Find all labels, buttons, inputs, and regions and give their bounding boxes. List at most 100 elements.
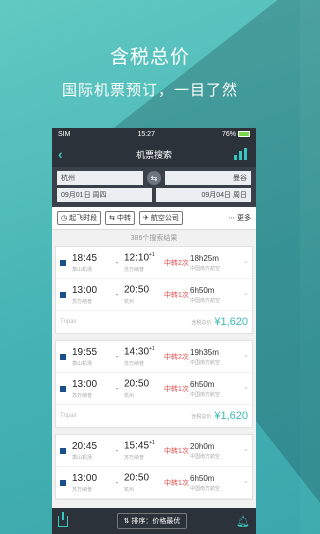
departure-airport: 苏万纳普 [72, 298, 93, 305]
departure-airport: 苏万纳普 [72, 392, 93, 399]
from-city-field[interactable]: 杭州 [57, 171, 143, 185]
arrival-time-wrap: 20:50 [124, 284, 164, 296]
arrival-airport: 苏万纳普 [124, 360, 145, 367]
bar-chart-icon[interactable] [233, 148, 250, 160]
flight-row[interactable]: 19:55 萧山机场 - 14:30+1 苏万纳普 中转2次 19h35m 中国… [56, 341, 252, 373]
sort-icon: ⇅ [123, 518, 130, 525]
departure-time: 18:45 [72, 252, 98, 264]
total-price: ¥1,620 [214, 316, 248, 328]
price-bar: Tripair 含税总价 ¥1,620 [56, 311, 252, 333]
flight-row[interactable]: 18:45 萧山机场 - 12:10+1 苏万纳普 中转2次 18h25m 中国… [56, 247, 252, 279]
arrival-time: 20:50 [124, 472, 150, 484]
chevron-left-icon[interactable]: ‹ [58, 146, 74, 162]
stops: 中转1次 [164, 479, 189, 487]
filter-time-label: 起飞时段 [69, 215, 98, 222]
price-label: 含税总价 [191, 413, 212, 420]
departure-time: 13:00 [72, 378, 98, 390]
swap-icon[interactable]: ⇆ [147, 171, 161, 185]
status-bar: SIM 15:27 76% [52, 128, 256, 141]
flight-card[interactable]: 18:45 萧山机场 - 12:10+1 苏万纳普 中转2次 18h25m 中国… [55, 246, 253, 334]
more-filters-button[interactable]: ⋯ 更多 [228, 213, 251, 223]
chevron-down-icon[interactable]: ⌄ [243, 445, 249, 453]
arrival-time: 15:45 [124, 440, 150, 452]
chevron-down-icon[interactable]: ⌄ [243, 257, 249, 265]
sort-label: 排序：价格最优 [131, 518, 181, 525]
source-label: Tripair [60, 319, 77, 325]
airline-name: 中国南方航空 [190, 265, 221, 272]
dash: - [115, 446, 119, 455]
airline-name: 中国南方航空 [190, 359, 221, 366]
day-offset: +1 [149, 440, 155, 447]
chevron-down-icon[interactable]: ⌄ [243, 351, 249, 359]
airline-name: 中国南方航空 [190, 485, 221, 492]
duration-block: 6h50m 中国南方航空 [190, 380, 230, 398]
arrival-time: 14:30 [124, 346, 150, 358]
return-date-field[interactable]: 09月04日 周日 [156, 188, 251, 202]
stops: 中转1次 [164, 447, 189, 455]
arrival-time-wrap: 12:10+1 [124, 252, 164, 263]
airline-name: 中国南方航空 [190, 453, 221, 460]
filter-time-button[interactable]: ◷ 起飞时段 [57, 211, 102, 225]
departure-airport: 萧山机场 [72, 454, 93, 461]
day-offset: +1 [149, 252, 155, 259]
flight-row[interactable]: 13:00 苏万纳普 - 20:50 杭州 中转1次 6h50m 中国南方航空 … [56, 467, 252, 499]
arrival: 12:10+1 苏万纳普 [124, 252, 164, 272]
airline-logo-icon [60, 479, 66, 486]
bell-icon[interactable]: 🔔︎ [236, 515, 250, 528]
departure: 18:45 萧山机场 [72, 253, 110, 273]
sort-button[interactable]: ⇅ 排序：价格最优 [116, 513, 188, 529]
hero-subtitle: 国际机票预订，一目了然 [61, 82, 238, 99]
city-row: 杭州 ⇆ 曼谷 [57, 171, 251, 185]
arrival-time: 20:50 [124, 284, 150, 296]
duration: 20h0m [190, 441, 215, 451]
phone-screen: SIM 15:27 76% ‹ 机票搜索 杭州 ⇆ 曼谷 09月01日 周四 0… [52, 128, 256, 534]
dash: - [115, 478, 119, 487]
dash: - [115, 352, 119, 361]
status-time: 15:27 [137, 131, 155, 138]
arrival-airport: 杭州 [124, 486, 135, 493]
flight-row[interactable]: 13:00 苏万纳普 - 20:50 杭州 中转1次 6h50m 中国南方航空 … [56, 373, 252, 405]
arrival-time-wrap: 20:50 [124, 378, 164, 390]
dash: - [115, 290, 119, 299]
duration: 6h50m [190, 473, 215, 483]
source-label: Tripair [60, 413, 77, 419]
depart-date-field[interactable]: 09月01日 周四 [57, 188, 152, 202]
battery-level: 76% [221, 131, 236, 138]
chevron-down-icon[interactable]: ⌄ [243, 477, 249, 485]
to-city-field[interactable]: 曼谷 [165, 171, 251, 185]
filter-airline-label: 航空公司 [150, 215, 179, 222]
arrival-time: 12:10 [124, 252, 150, 264]
filter-bar: ◷ 起飞时段 ⇆ 中转 ✈ 航空公司 ⋯ 更多 [52, 207, 256, 230]
arrival: 20:50 杭州 [124, 284, 164, 305]
arrival-airport: 苏万纳普 [124, 454, 145, 461]
price-bar: Tripair 含税总价 ¥1,620 [56, 405, 252, 427]
airline-logo-icon [60, 447, 66, 454]
chevron-down-icon[interactable]: ⌄ [243, 383, 249, 391]
departure-time: 19:55 [72, 346, 98, 358]
stops: 中转1次 [164, 291, 189, 299]
flight-row[interactable]: 20:45 萧山机场 - 15:45+1 苏万纳普 中转1次 20h0m 中国南… [56, 435, 252, 467]
filter-airline-button[interactable]: ✈ 航空公司 [138, 211, 183, 225]
airline-logo-icon [60, 353, 66, 360]
nav-bar: ‹ 机票搜索 [52, 141, 256, 167]
airline-logo-icon [60, 385, 66, 392]
stops: 中转1次 [164, 385, 189, 393]
arrival-airport: 杭州 [124, 298, 135, 305]
duration: 19h35m [190, 347, 219, 357]
filter-transfer-button[interactable]: ⇆ 中转 [105, 211, 135, 225]
bottom-bar: ⇅ 排序：价格最优 🔔︎ [52, 508, 256, 534]
carrier: SIM [58, 131, 71, 138]
airline-name: 中国南方航空 [190, 391, 221, 398]
flight-card[interactable]: 20:45 萧山机场 - 15:45+1 苏万纳普 中转1次 20h0m 中国南… [55, 434, 253, 500]
departure-time: 13:00 [72, 472, 98, 484]
departure-time: 13:00 [72, 284, 98, 296]
flight-card[interactable]: 19:55 萧山机场 - 14:30+1 苏万纳普 中转2次 19h35m 中国… [55, 340, 253, 428]
share-icon[interactable] [58, 511, 68, 527]
stops: 中转2次 [164, 353, 189, 361]
departure-airport: 萧山机场 [72, 266, 93, 273]
total-price: ¥1,620 [214, 410, 248, 422]
chevron-down-icon[interactable]: ⌄ [243, 289, 249, 297]
arrival-time-wrap: 14:30+1 [124, 346, 164, 357]
duration: 18h25m [190, 253, 219, 263]
flight-row[interactable]: 13:00 苏万纳普 - 20:50 杭州 中转1次 6h50m 中国南方航空 … [56, 279, 252, 311]
